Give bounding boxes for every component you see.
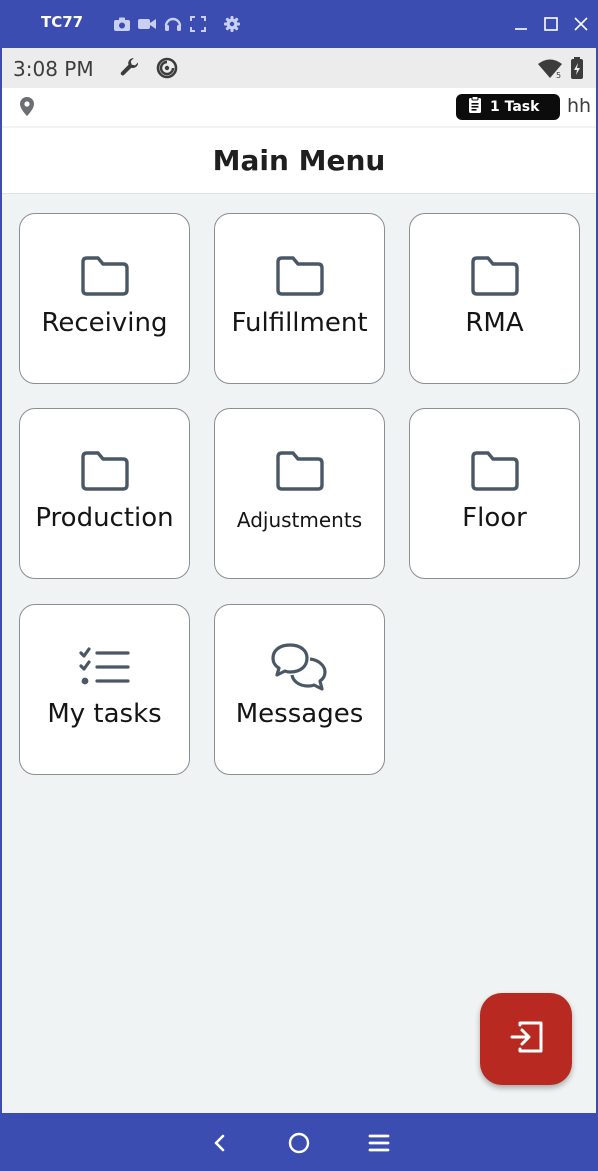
menu-tile-label: Adjustments <box>236 508 363 532</box>
task-count-button[interactable]: 1 Task <box>456 94 560 120</box>
chat-bubbles-icon <box>270 641 330 700</box>
folder-icon <box>274 449 326 498</box>
menu-tile-label: Receiving <box>41 308 168 338</box>
maximize-icon[interactable] <box>539 12 563 36</box>
task-count-label: 1 Task <box>490 99 540 115</box>
menu-tile-receiving[interactable]: Receiving <box>19 213 190 384</box>
menu-tile-floor[interactable]: Floor <box>409 408 580 579</box>
menu-tile-rma[interactable]: RMA <box>409 213 580 384</box>
wifi-icon: 5 <box>537 57 563 84</box>
navigation-bar <box>0 1113 598 1171</box>
menu-tile-label: Floor <box>462 503 527 533</box>
menu-tile-label: RMA <box>465 308 524 338</box>
emulator-window-bar: TC77 <box>0 0 598 48</box>
page-title: Main Menu <box>212 144 386 177</box>
menu-icon[interactable] <box>363 1127 395 1159</box>
menu-tile-fulfillment[interactable]: Fulfillment <box>214 213 385 384</box>
clipboard-icon <box>468 95 482 119</box>
minimize-icon[interactable] <box>509 12 533 36</box>
info-bar: 1 Task hh <box>2 88 596 126</box>
device-screen: 3:08 PM 5 1 Task hh Main Menu Receiving … <box>2 48 596 1113</box>
gear-icon[interactable] <box>222 14 242 34</box>
folder-icon <box>469 449 521 498</box>
location-icon <box>18 96 36 123</box>
fullscreen-icon[interactable] <box>188 14 208 34</box>
user-initials[interactable]: hh <box>567 95 591 117</box>
camera-icon[interactable] <box>112 14 132 34</box>
battery-icon <box>570 56 584 85</box>
device-name: TC77 <box>41 13 84 31</box>
page-header: Main Menu <box>2 128 596 194</box>
folder-icon <box>79 449 131 498</box>
android-status-bar: 3:08 PM 5 <box>2 48 596 88</box>
sync-icon <box>155 56 179 85</box>
folder-icon <box>274 254 326 303</box>
headphones-icon[interactable] <box>163 14 183 34</box>
menu-tile-label: Messages <box>235 699 364 729</box>
menu-tile-label: Production <box>35 503 174 533</box>
home-icon[interactable] <box>283 1127 315 1159</box>
svg-text:5: 5 <box>556 71 561 79</box>
wrench-icon <box>118 56 142 85</box>
logout-button[interactable] <box>480 993 572 1085</box>
menu-tile-label: My tasks <box>47 699 162 729</box>
folder-icon <box>79 254 131 303</box>
menu-tile-production[interactable]: Production <box>19 408 190 579</box>
menu-tile-messages[interactable]: Messages <box>214 604 385 775</box>
checklist-icon <box>78 645 132 694</box>
menu-tile-label: Fulfillment <box>231 308 368 338</box>
menu-tile-adjustments[interactable]: Adjustments <box>214 408 385 579</box>
back-icon[interactable] <box>204 1127 236 1159</box>
menu-tile-my-tasks[interactable]: My tasks <box>19 604 190 775</box>
video-icon[interactable] <box>137 14 157 34</box>
logout-icon <box>508 1020 544 1059</box>
close-icon[interactable] <box>569 12 593 36</box>
folder-icon <box>469 254 521 303</box>
status-clock: 3:08 PM <box>13 57 94 81</box>
